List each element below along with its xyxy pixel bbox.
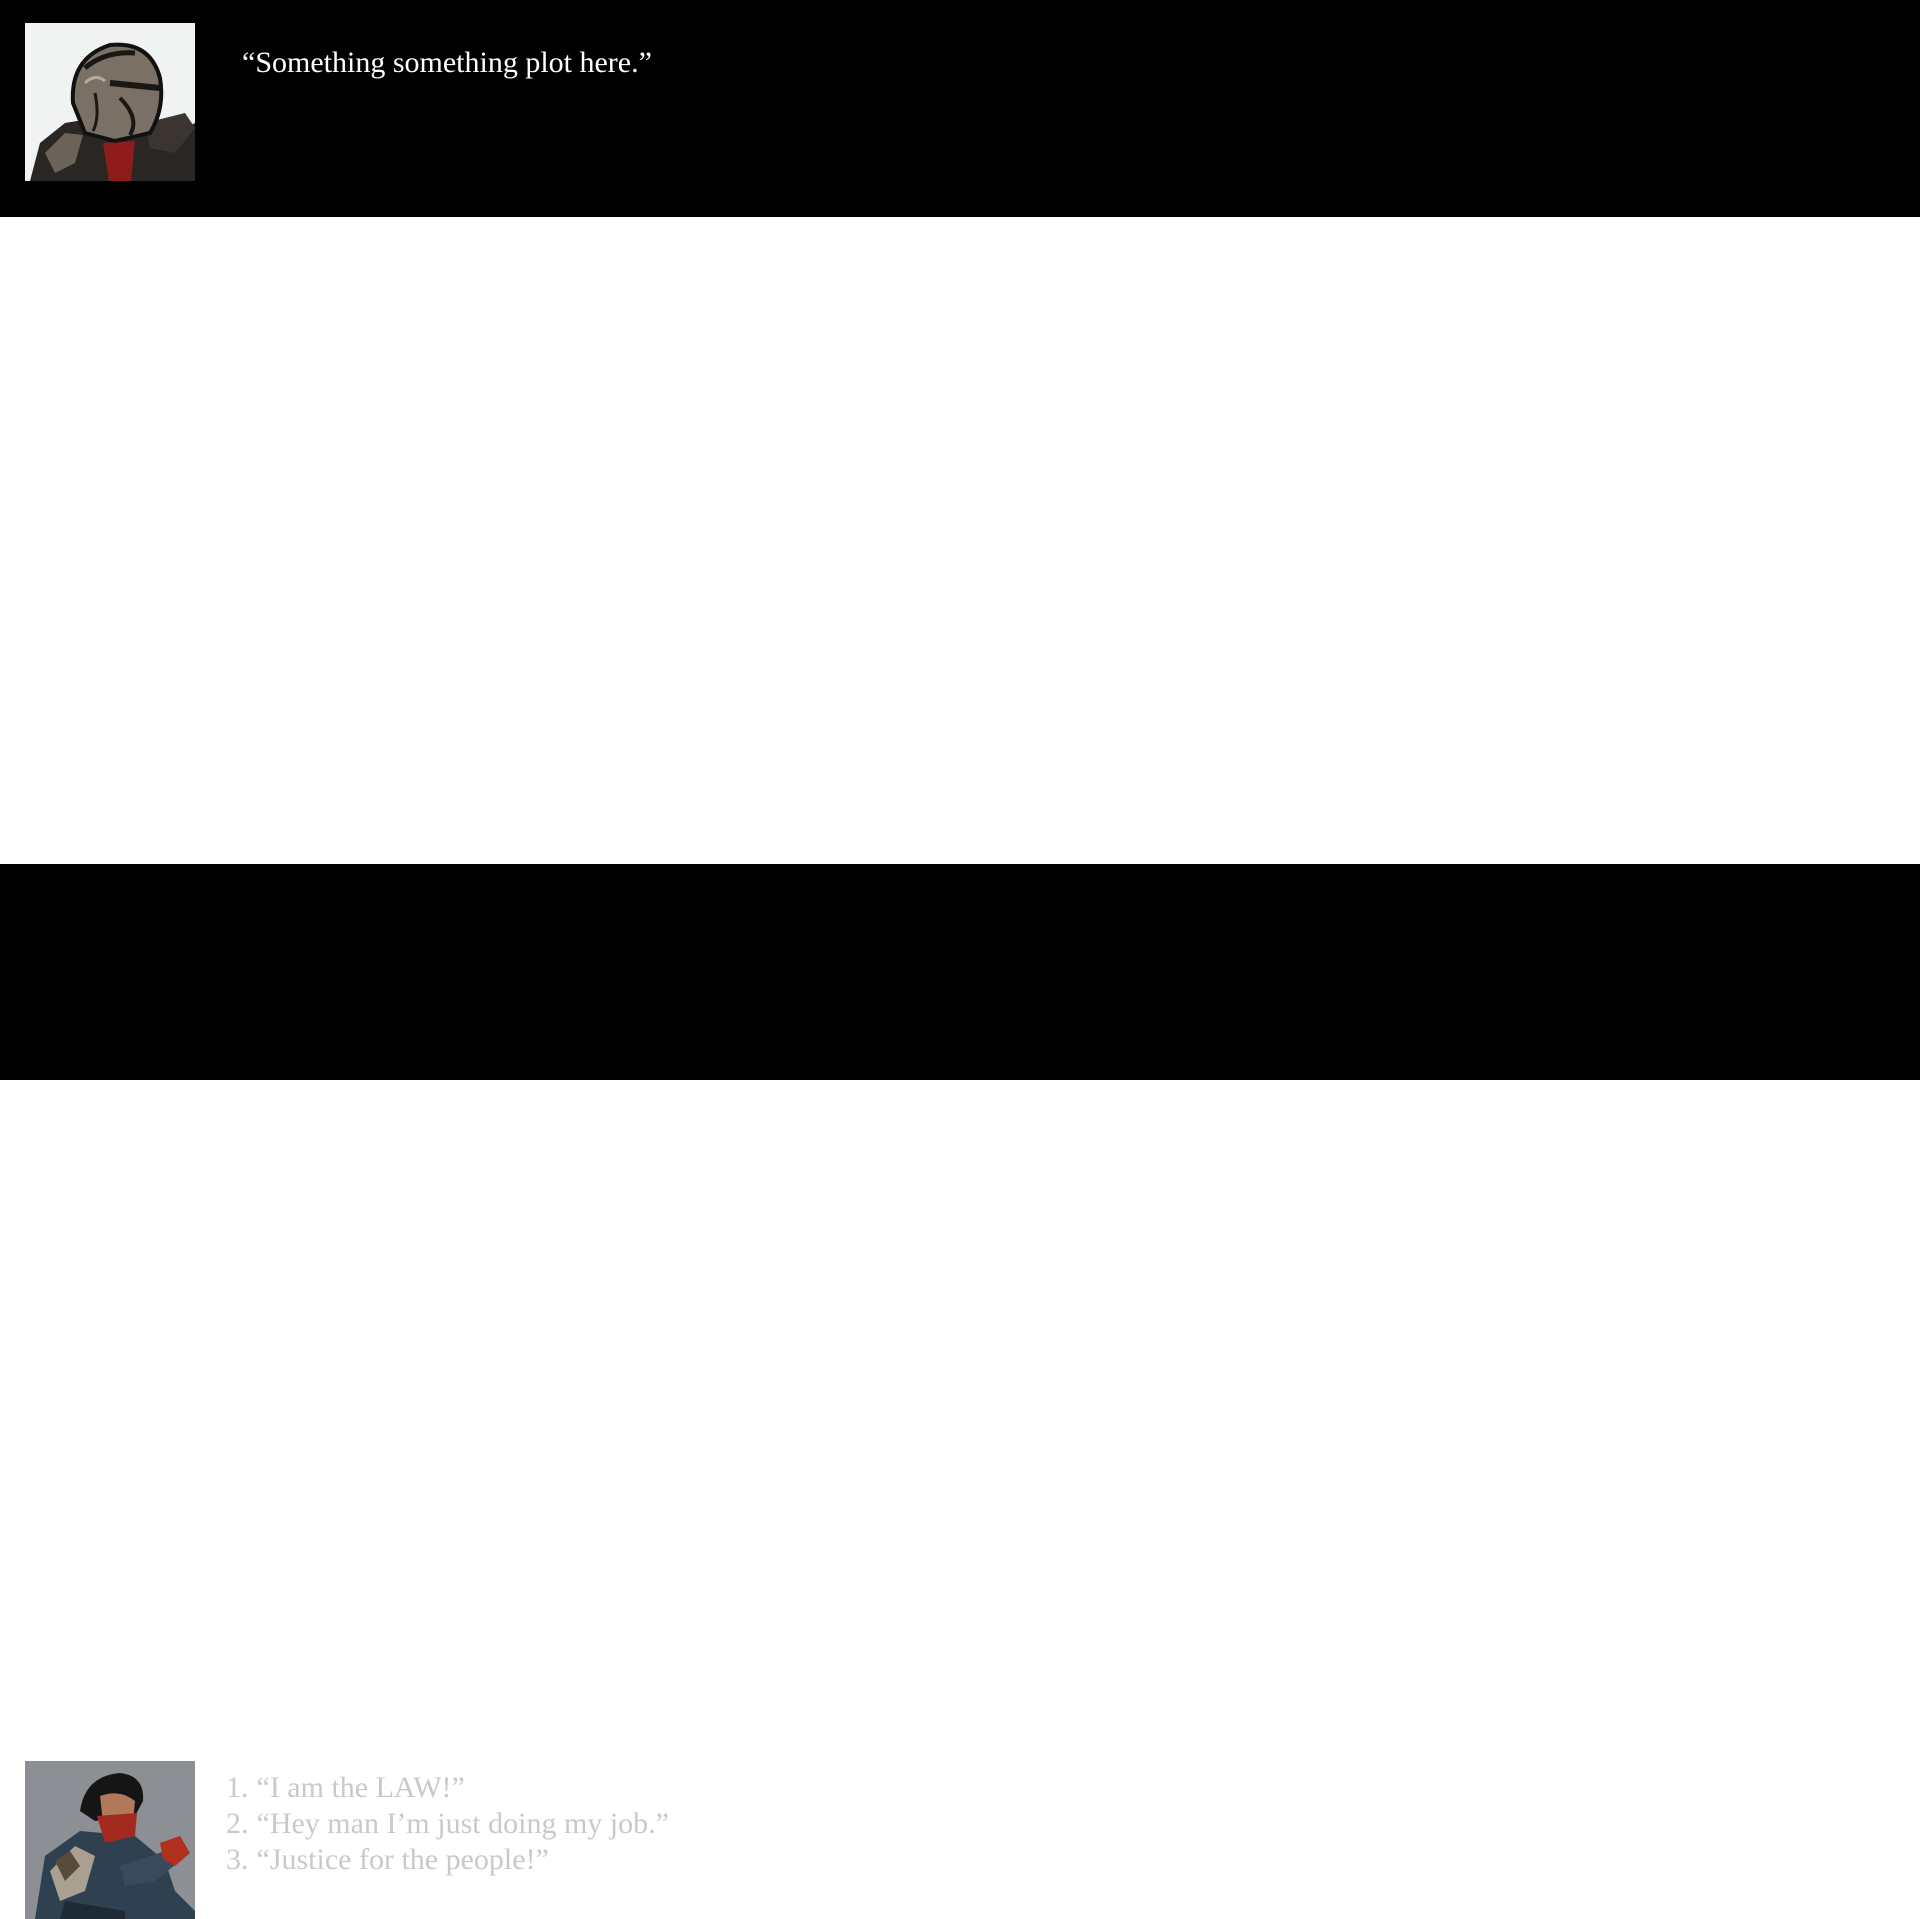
dialogue-choice-2[interactable]: 2. “Hey man I’m just doing my job.”: [226, 1806, 669, 1842]
armored-knight-portrait-icon: [25, 23, 195, 181]
dialogue-choice-list: 1. “I am the LAW!” 2. “Hey man I’m just do…: [226, 1770, 669, 1878]
dialogue-choice-1[interactable]: 1. “I am the LAW!”: [226, 1770, 669, 1806]
masked-highwayman-portrait-icon: [25, 1761, 195, 1919]
choice-number: 1.: [226, 1771, 249, 1804]
choice-number: 3.: [226, 1843, 249, 1876]
dialogue-choice-3[interactable]: 3. “Justice for the people!”: [226, 1842, 669, 1878]
choice-text: “I am the LAW!”: [256, 1771, 465, 1804]
scene-area: [0, 217, 1920, 864]
npc-dialogue-bar: “Something something plot here.”: [0, 0, 1920, 217]
choice-text: “Hey man I’m just doing my job.”: [256, 1807, 669, 1840]
choice-text: “Justice for the people!”: [256, 1843, 549, 1876]
npc-dialogue-line: “Something something plot here.”: [242, 46, 652, 79]
choice-number: 2.: [226, 1807, 249, 1840]
player-response-bar: 1. “I am the LAW!” 2. “Hey man I’m just do…: [0, 864, 1920, 1919]
